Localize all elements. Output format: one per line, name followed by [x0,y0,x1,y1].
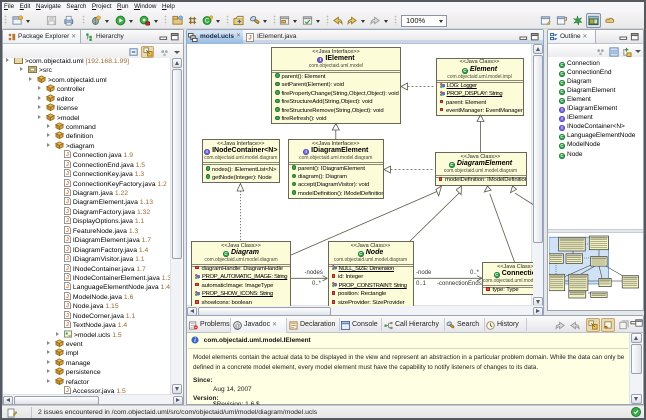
svg-text:J: J [66,322,69,328]
svg-text:@: @ [235,324,240,330]
svg-text:J: J [248,35,252,42]
svg-text:J: J [66,275,69,281]
svg-text:J: J [66,247,69,253]
svg-text:J: J [66,152,69,158]
svg-text:J: J [66,228,69,234]
svg-text:J: J [66,209,69,215]
svg-text:J: J [66,284,69,290]
svg-text:J: J [66,303,69,309]
svg-text:J: J [66,237,69,243]
svg-text:J: J [66,256,69,262]
svg-text:J: J [66,181,69,187]
svg-text:J: J [66,200,69,206]
svg-text:J: J [66,171,69,177]
svg-text:J: J [66,266,69,272]
svg-text:J: J [66,294,69,300]
svg-text:J: J [66,162,69,168]
svg-text:J: J [66,218,69,224]
svg-text:J: J [564,17,567,23]
svg-text:J: J [66,313,69,319]
svg-text:C: C [205,19,210,25]
svg-text:J: J [66,190,69,196]
